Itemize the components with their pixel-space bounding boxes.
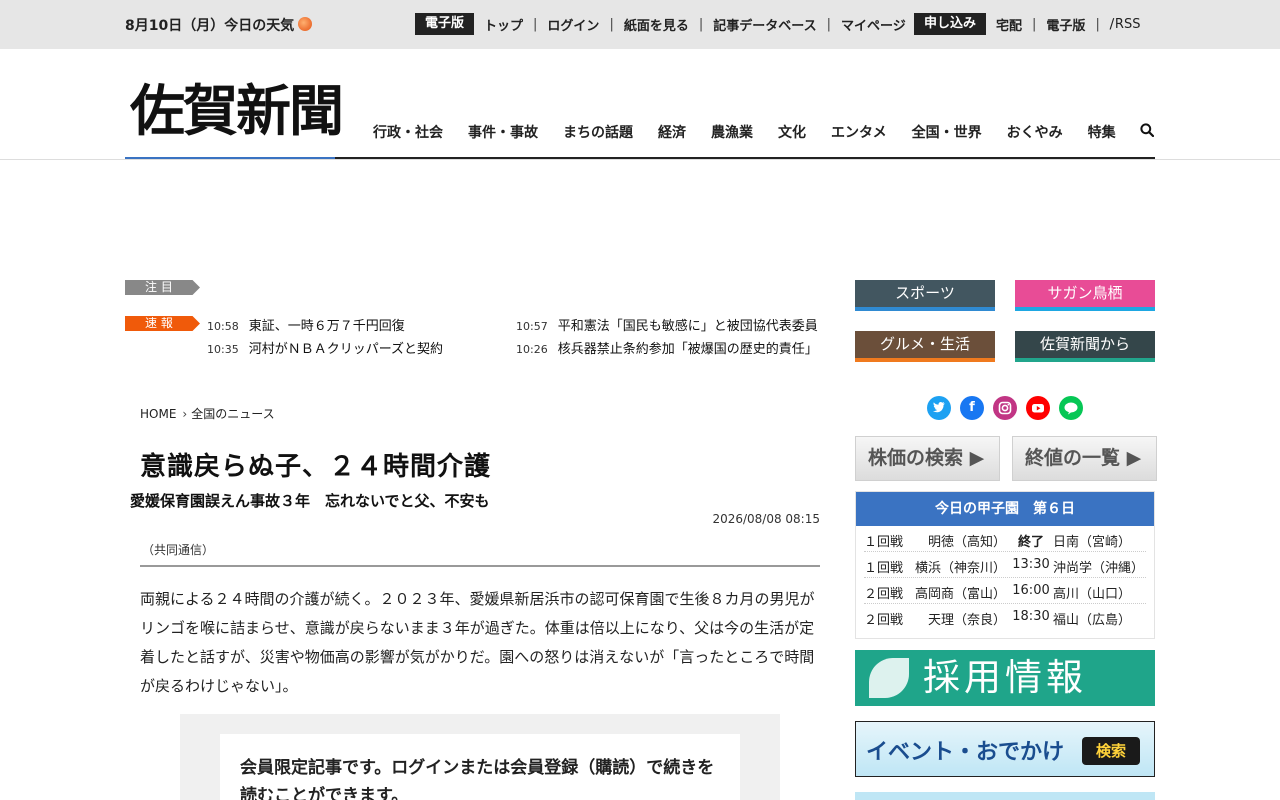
event-search-button[interactable]: 検索: [1082, 737, 1140, 765]
gnav-features[interactable]: 特集: [1088, 122, 1116, 142]
game-status: 18:30: [1012, 609, 1050, 624]
sagan-tosu-button[interactable]: サガン鳥栖: [1015, 280, 1155, 311]
gnav-obituaries[interactable]: おくやみ: [1007, 122, 1063, 142]
rss-icon: ⧸: [1109, 16, 1114, 31]
game-status: 13:30: [1012, 557, 1050, 572]
gnav-town-topics[interactable]: まちの話題: [563, 122, 633, 142]
ticker-time: 10:35: [207, 343, 239, 356]
gnav-culture[interactable]: 文化: [778, 122, 806, 142]
line-icon[interactable]: [1059, 396, 1083, 420]
twitter-icon[interactable]: [927, 396, 951, 420]
rss-link[interactable]: ⧸RSS: [1110, 17, 1141, 32]
event-banner[interactable]: イベント・おでかけ 検索: [855, 721, 1155, 777]
facebook-icon[interactable]: f: [960, 396, 984, 420]
site-header: 佐賀新聞 行政・社会 事件・事故 まちの話題 経済 農漁業 文化 エンタメ 全国…: [0, 49, 1280, 160]
nav-top-link[interactable]: トップ: [484, 15, 523, 34]
paywall-box: 会員限定記事です。ログインまたは会員登録（購読）で続きを読むことができます。: [180, 714, 780, 800]
game-round: １回戦: [864, 535, 904, 550]
article-date: 2026/08/08 08:15: [712, 512, 820, 526]
ticker-item[interactable]: 10:57 平和憲法「国民も敏感に」と被団協代表委員: [516, 315, 818, 334]
game-row[interactable]: １回戦 明徳（高知） 終了 日南（宮崎）: [864, 526, 1146, 552]
koshien-title: 今日の甲子園 第６日: [856, 492, 1154, 526]
game-away-team: 高川（山口）: [1053, 587, 1132, 602]
game-round: １回戦: [864, 561, 904, 576]
youtube-icon[interactable]: [1026, 396, 1050, 420]
global-nav: 行政・社会 事件・事故 まちの話題 経済 農漁業 文化 エンタメ 全国・世界 お…: [373, 122, 1141, 142]
top-bar: 8月10日（月）今日の天気 電子版 トップ | ログイン | 紙面を見る | 記事デー…: [0, 0, 1280, 49]
ticker-text: 東証、一時６万７千円回復: [248, 319, 405, 334]
ticker-time: 10:26: [516, 343, 548, 356]
date-text: 8月10日（月）今日の天気: [125, 18, 295, 34]
sports-button[interactable]: スポーツ: [855, 280, 995, 311]
header-divider: [0, 159, 1280, 160]
article-source: （共同通信）: [142, 543, 215, 557]
weather-icon: [298, 17, 313, 31]
game-row[interactable]: １回戦 横浜（神奈川） 13:30 沖尚学（沖縄）: [864, 552, 1146, 578]
gnav-incidents[interactable]: 事件・事故: [468, 122, 538, 142]
flash-label: 速 報: [125, 316, 200, 331]
game-home-team: 天理（奈良）: [927, 613, 1006, 628]
gourmet-life-button[interactable]: グルメ・生活: [855, 331, 995, 362]
game-round: ２回戦: [864, 587, 904, 602]
ticker-item[interactable]: 10:26 核兵器禁止条約参加「被爆国の歴史的責任」: [516, 338, 818, 357]
article-title: 意識戻らぬ子、２４時間介護: [140, 452, 492, 482]
game-away-team: 日南（宮崎）: [1053, 535, 1132, 550]
nav-paper-link[interactable]: 紙面を見る: [624, 15, 689, 34]
ticker-time: 10:58: [207, 320, 239, 333]
nav-login-link[interactable]: ログイン: [547, 15, 599, 34]
subscribe-nav: 申し込み 宅配 | 電子版 | ⧸RSS: [914, 13, 1140, 35]
game-row[interactable]: ２回戦 高岡商（富山） 16:00 高川（山口）: [864, 578, 1146, 604]
banner-partial[interactable]: [855, 792, 1155, 800]
attention-label: 注 目: [125, 280, 200, 295]
nav-database-link[interactable]: 記事データベース: [713, 15, 816, 34]
recruit-banner[interactable]: 採用情報: [855, 650, 1155, 706]
game-status: 終了: [1017, 535, 1044, 550]
breadcrumb-home[interactable]: HOME: [140, 407, 176, 421]
recruit-label: 採用情報: [923, 656, 1087, 699]
gnav-admin-society[interactable]: 行政・社会: [373, 122, 443, 142]
ticker-time: 10:57: [516, 320, 548, 333]
game-round: ２回戦: [864, 613, 904, 628]
ticker-item[interactable]: 10:35 河村がＮＢＡクリッパーズと契約: [207, 338, 443, 357]
leaf-icon: [869, 658, 909, 698]
gnav-economy[interactable]: 経済: [658, 122, 686, 142]
game-home-team: 高岡商（富山）: [914, 587, 1006, 602]
ticker-text: 核兵器禁止条約参加「被爆国の歴史的責任」: [557, 342, 818, 357]
nav-mypage-link[interactable]: マイページ: [841, 15, 906, 34]
gnav-entertainment[interactable]: エンタメ: [831, 122, 887, 142]
digital-label: 電子版: [415, 13, 475, 35]
stock-search-button[interactable]: 株価の検索 ▶: [855, 436, 1000, 481]
digital-nav: 電子版 トップ | ログイン | 紙面を見る | 記事データベース | マイページ: [415, 13, 906, 35]
paywall-message: 会員限定記事です。ログインまたは会員登録（購読）で続きを読むことができます。: [220, 734, 740, 800]
ticker-text: 河村がＮＢＡクリッパーズと契約: [248, 342, 444, 357]
breadcrumb: HOME › 全国のニュース: [140, 405, 275, 422]
game-status: 16:00: [1012, 583, 1050, 598]
subscribe-label: 申し込み: [914, 13, 987, 35]
chevron-right-icon: ›: [182, 407, 188, 421]
article-divider: [140, 565, 820, 567]
instagram-icon[interactable]: [993, 396, 1017, 420]
nav-edition-link[interactable]: 電子版: [1046, 15, 1085, 34]
nav-delivery-link[interactable]: 宅配: [996, 15, 1022, 34]
event-label: イベント・おでかけ: [866, 740, 1065, 765]
game-away-team: 沖尚学（沖縄）: [1053, 561, 1145, 576]
ticker-text: 平和憲法「国民も敏感に」と被団協代表委員: [557, 319, 818, 334]
game-away-team: 福山（広島）: [1053, 613, 1132, 628]
stock-list-button[interactable]: 終値の一覧 ▶: [1012, 436, 1157, 481]
search-icon[interactable]: [1140, 123, 1154, 137]
game-row[interactable]: ２回戦 天理（奈良） 18:30 福山（広島）: [864, 604, 1146, 630]
gnav-national-world[interactable]: 全国・世界: [912, 122, 982, 142]
game-home-team: 明徳（高知）: [927, 535, 1006, 550]
ticker-item[interactable]: 10:58 東証、一時６万７千円回復: [207, 315, 405, 334]
from-saga-shimbun-button[interactable]: 佐賀新聞から: [1015, 331, 1155, 362]
social-links: f: [927, 396, 1083, 420]
article-body: 両親による２４時間の介護が続く。２０２３年、愛媛県新居浜市の認可保育園で生後８カ…: [140, 590, 815, 695]
gnav-agriculture[interactable]: 農漁業: [711, 122, 753, 142]
game-home-team: 横浜（神奈川）: [914, 561, 1006, 576]
date-weather[interactable]: 8月10日（月）今日の天気: [125, 15, 313, 35]
article-subtitle: 愛媛保育園誤えん事故３年 忘れないでと父、不安も: [130, 492, 490, 510]
breadcrumb-current[interactable]: 全国のニュース: [191, 407, 274, 421]
koshien-widget: 今日の甲子園 第６日 １回戦 明徳（高知） 終了 日南（宮崎） １回戦 横浜（神…: [855, 491, 1155, 639]
site-logo[interactable]: 佐賀新聞: [130, 81, 344, 141]
